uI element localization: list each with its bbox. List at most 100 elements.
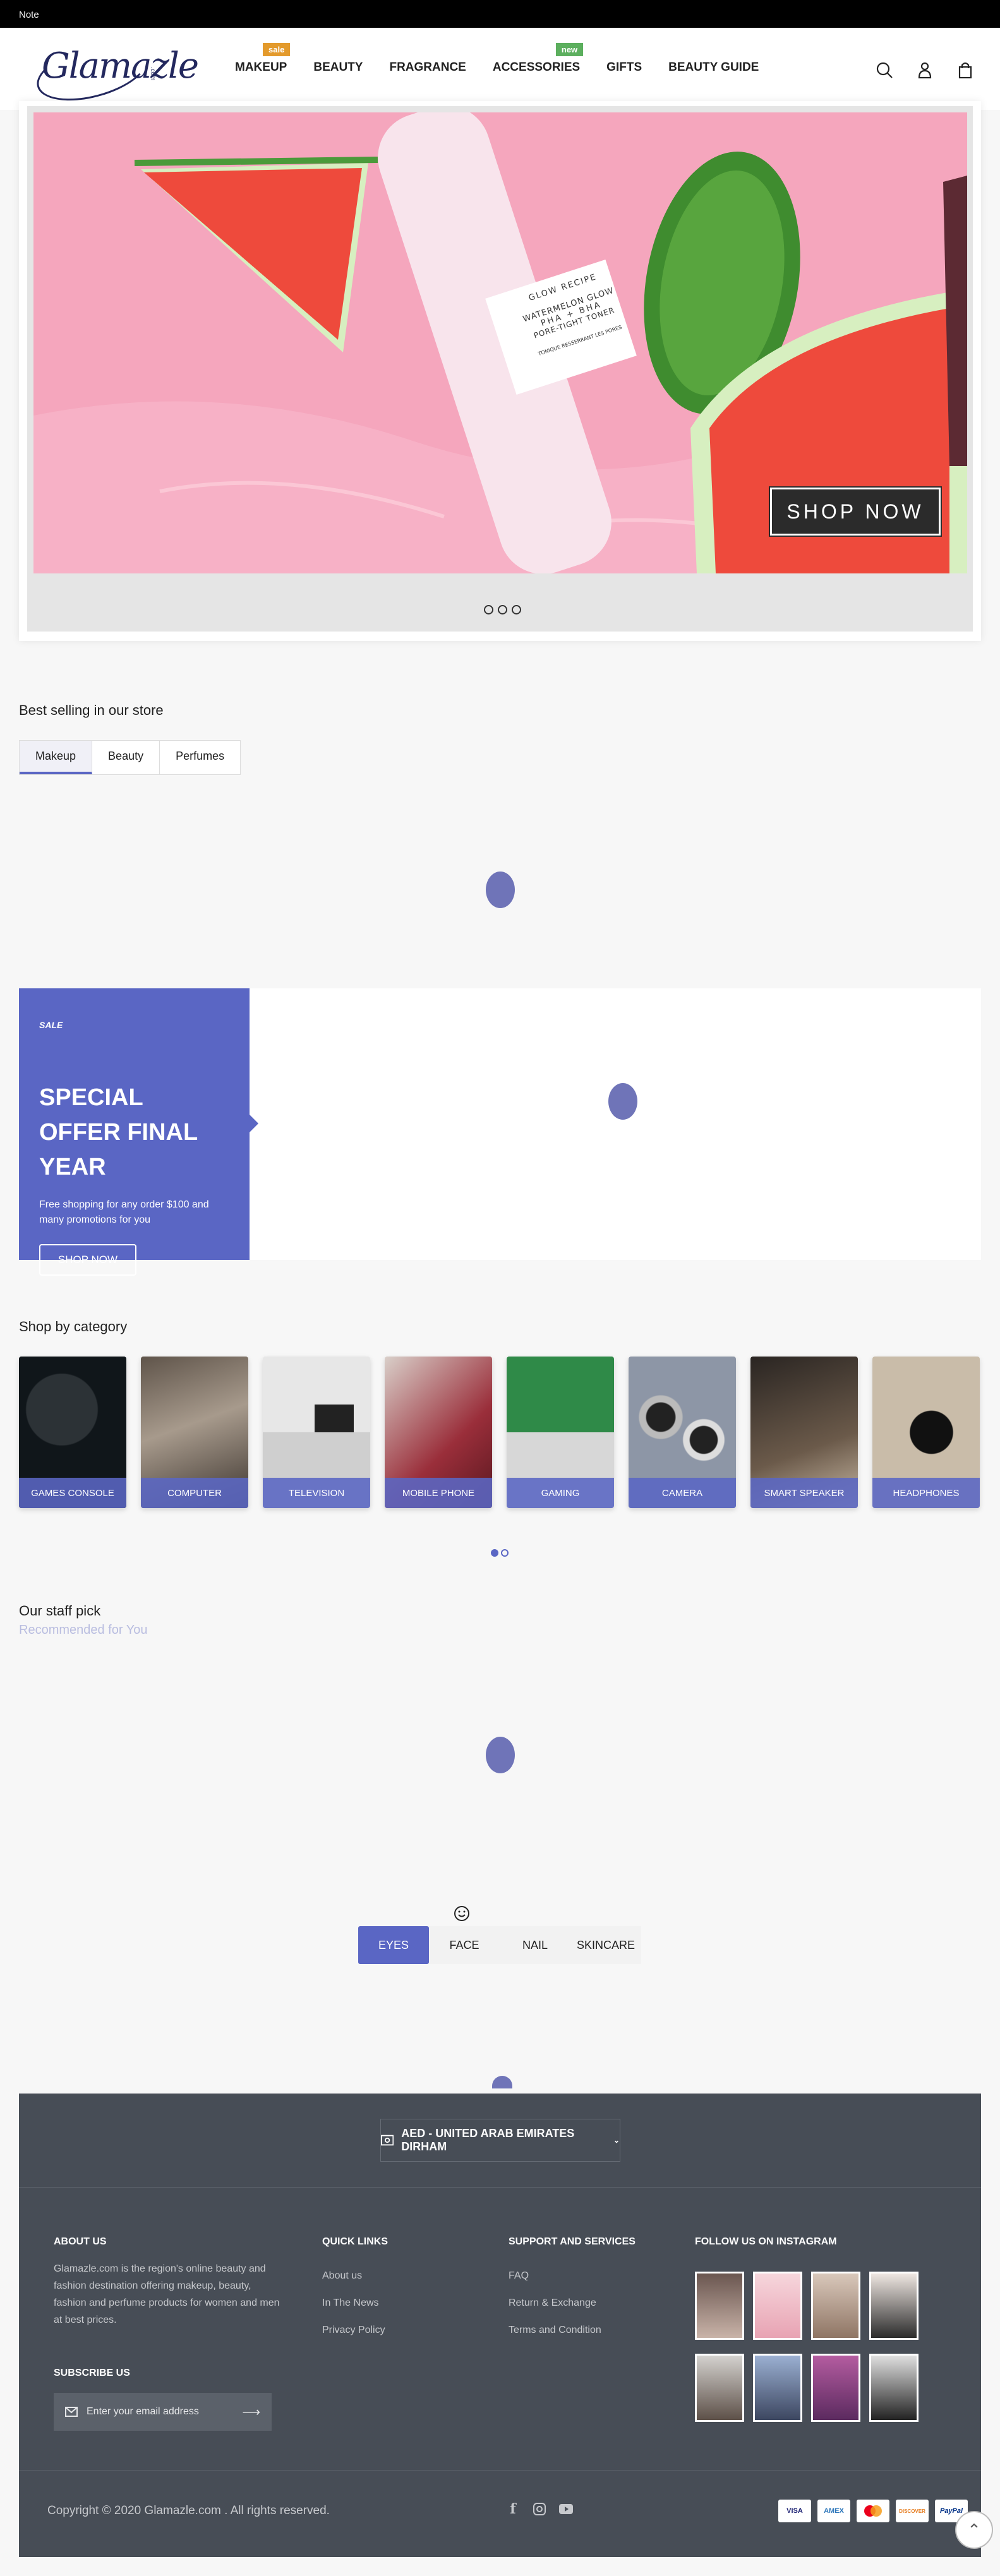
- link-return-exchange[interactable]: Return & Exchange: [509, 2297, 596, 2309]
- discover-card-icon: DISCOVER: [896, 2500, 929, 2522]
- instagram-photo[interactable]: [811, 2354, 860, 2422]
- nav-beauty-guide[interactable]: BEAUTY GUIDE: [668, 61, 773, 75]
- nav-beauty[interactable]: BEAUTY: [313, 61, 377, 75]
- mastercard-icon: [857, 2500, 889, 2522]
- currency-selector[interactable]: AED - UNITED ARAB EMIRATES DIRHAM ⌄: [380, 2119, 620, 2162]
- link-privacy-policy[interactable]: Privacy Policy: [322, 2325, 385, 2336]
- bag-icon[interactable]: [956, 61, 975, 80]
- visa-card-icon: VISA: [778, 2500, 811, 2522]
- category-pagination: [491, 1549, 509, 1557]
- currency-icon: [381, 2135, 394, 2146]
- nav-label: BEAUTY: [313, 61, 363, 74]
- back-to-top-button[interactable]: ⌃: [955, 2511, 993, 2549]
- instagram-icon[interactable]: [532, 2501, 547, 2517]
- about-heading: ABOUT US: [54, 2236, 107, 2247]
- copyright-text: Copyright © 2020 Glamazle.com . All righ…: [47, 2504, 330, 2517]
- user-icon[interactable]: [915, 61, 934, 80]
- instagram-photo[interactable]: [695, 2272, 744, 2340]
- instagram-photo[interactable]: [753, 2272, 802, 2340]
- note-text: Note: [19, 9, 39, 20]
- email-field[interactable]: Enter your email address ⟶: [54, 2393, 272, 2431]
- best-selling-tabs: Makeup Beauty Perfumes: [19, 740, 241, 775]
- about-text: Glamazle.com is the region's online beau…: [54, 2263, 280, 2325]
- slider-dot[interactable]: [484, 605, 493, 614]
- category-label: SMART SPEAKER: [750, 1478, 858, 1508]
- loading-spinner: [486, 1737, 515, 1773]
- tab-nail[interactable]: NAIL: [500, 1926, 570, 1964]
- category-games-console[interactable]: GAMES CONSOLE: [19, 1357, 126, 1508]
- hero-shop-now-button[interactable]: SHOP NOW: [769, 486, 942, 537]
- hero-banner-image[interactable]: GLOW RECIPE WATERMELON GLOW PHA + BHA PO…: [33, 112, 967, 573]
- promo-panel: SALE SPECIAL OFFER FINAL YEAR Free shopp…: [19, 988, 258, 1276]
- nav-fragrance[interactable]: FRAGRANCE: [389, 61, 480, 75]
- promo-description: Free shopping for any order $100 and man…: [39, 1199, 209, 1225]
- category-camera[interactable]: CAMERA: [629, 1357, 736, 1508]
- loading-spinner: [486, 872, 515, 908]
- link-terms[interactable]: Terms and Condition: [509, 2325, 601, 2336]
- nav-label: ACCESSORIES: [492, 61, 581, 74]
- nav-makeup[interactable]: MAKEUP sale: [235, 43, 301, 75]
- tab-perfumes[interactable]: Perfumes: [160, 741, 240, 774]
- promo-title: SPECIAL OFFER FINAL YEAR: [39, 1084, 198, 1180]
- youtube-icon[interactable]: [558, 2501, 574, 2517]
- promo-banner: SALE SPECIAL OFFER FINAL YEAR Free shopp…: [19, 988, 981, 1276]
- search-icon[interactable]: [875, 61, 894, 80]
- slider-dot[interactable]: [498, 605, 507, 614]
- category-gaming[interactable]: GAMING: [507, 1357, 614, 1508]
- instagram-photo[interactable]: [753, 2354, 802, 2422]
- payment-methods: VISA AMEX DISCOVER PayPal: [778, 2500, 968, 2522]
- tab-skincare[interactable]: SKINCARE: [570, 1926, 641, 1964]
- site-logo[interactable]: Glamazle .com: [30, 33, 199, 111]
- category-smart-speaker[interactable]: SMART SPEAKER: [750, 1357, 858, 1508]
- instagram-photo[interactable]: [811, 2272, 860, 2340]
- nav-gifts[interactable]: GIFTS: [606, 61, 656, 75]
- category-label: HEADPHONES: [872, 1478, 980, 1508]
- slider-dot[interactable]: [512, 605, 521, 614]
- category-page-dot[interactable]: [491, 1549, 498, 1557]
- nav-accessories[interactable]: ACCESSORIES new: [492, 43, 594, 75]
- category-mobile-phone[interactable]: MOBILE PHONE: [385, 1357, 492, 1508]
- link-about-us[interactable]: About us: [322, 2270, 362, 2282]
- currency-label: AED - UNITED ARAB EMIRATES DIRHAM: [401, 2127, 575, 2153]
- email-placeholder: Enter your email address: [87, 2406, 199, 2417]
- category-television[interactable]: TELEVISION: [263, 1357, 370, 1508]
- tab-face[interactable]: FACE: [429, 1926, 500, 1964]
- sale-tag: sale: [263, 43, 291, 60]
- category-label: COMPUTER: [141, 1478, 248, 1508]
- category-page-dot[interactable]: [501, 1549, 509, 1557]
- logo-text: Glamazle: [42, 45, 199, 87]
- instagram-photo[interactable]: [869, 2354, 919, 2422]
- facebook-icon[interactable]: f: [505, 2501, 521, 2517]
- promo-shop-now-button[interactable]: SHOP NOW: [39, 1244, 136, 1276]
- site-footer: AED - UNITED ARAB EMIRATES DIRHAM ⌄ ABOU…: [19, 2094, 981, 2557]
- link-in-the-news[interactable]: In The News: [322, 2297, 379, 2309]
- smile-icon: [454, 1906, 469, 1921]
- staff-pick-title: Our staff pick: [19, 1603, 101, 1619]
- header-icons: [875, 61, 975, 80]
- subscribe-arrow-icon[interactable]: ⟶: [242, 2404, 260, 2420]
- category-headphones[interactable]: HEADPHONES: [872, 1357, 980, 1508]
- category-title: Shop by category: [19, 1319, 128, 1334]
- new-tag: new: [555, 43, 584, 60]
- nav-label: MAKEUP: [235, 61, 287, 74]
- footer-divider: [19, 2187, 981, 2188]
- quick-links-heading: QUICK LINKS: [322, 2236, 388, 2247]
- link-faq[interactable]: FAQ: [509, 2270, 529, 2282]
- chevron-down-icon: ⌄: [613, 2136, 620, 2145]
- amex-card-icon: AMEX: [817, 2500, 850, 2522]
- social-links: f: [505, 2501, 574, 2517]
- staff-category-tabs: EYES FACE NAIL SKINCARE: [358, 1926, 641, 1964]
- promo-sale-label: SALE: [39, 1020, 63, 1030]
- hero-slide-frame: GLOW RECIPE WATERMELON GLOW PHA + BHA PO…: [27, 106, 973, 632]
- instagram-photo[interactable]: [869, 2272, 919, 2340]
- instagram-photo[interactable]: [695, 2354, 744, 2422]
- category-computer[interactable]: COMPUTER: [141, 1357, 248, 1508]
- tab-eyes[interactable]: EYES: [358, 1926, 429, 1964]
- staff-pick-subtitle: Recommended for You: [19, 1623, 148, 1637]
- category-label: CAMERA: [629, 1478, 736, 1508]
- main-nav: MAKEUP sale BEAUTY FRAGRANCE ACCESSORIES n…: [235, 43, 785, 75]
- logo-domain: .com: [149, 67, 156, 81]
- site-header: Glamazle .com MAKEUP sale BEAUTY FRAGRANC…: [0, 28, 1000, 111]
- tab-beauty[interactable]: Beauty: [92, 741, 160, 774]
- tab-makeup[interactable]: Makeup: [20, 741, 93, 774]
